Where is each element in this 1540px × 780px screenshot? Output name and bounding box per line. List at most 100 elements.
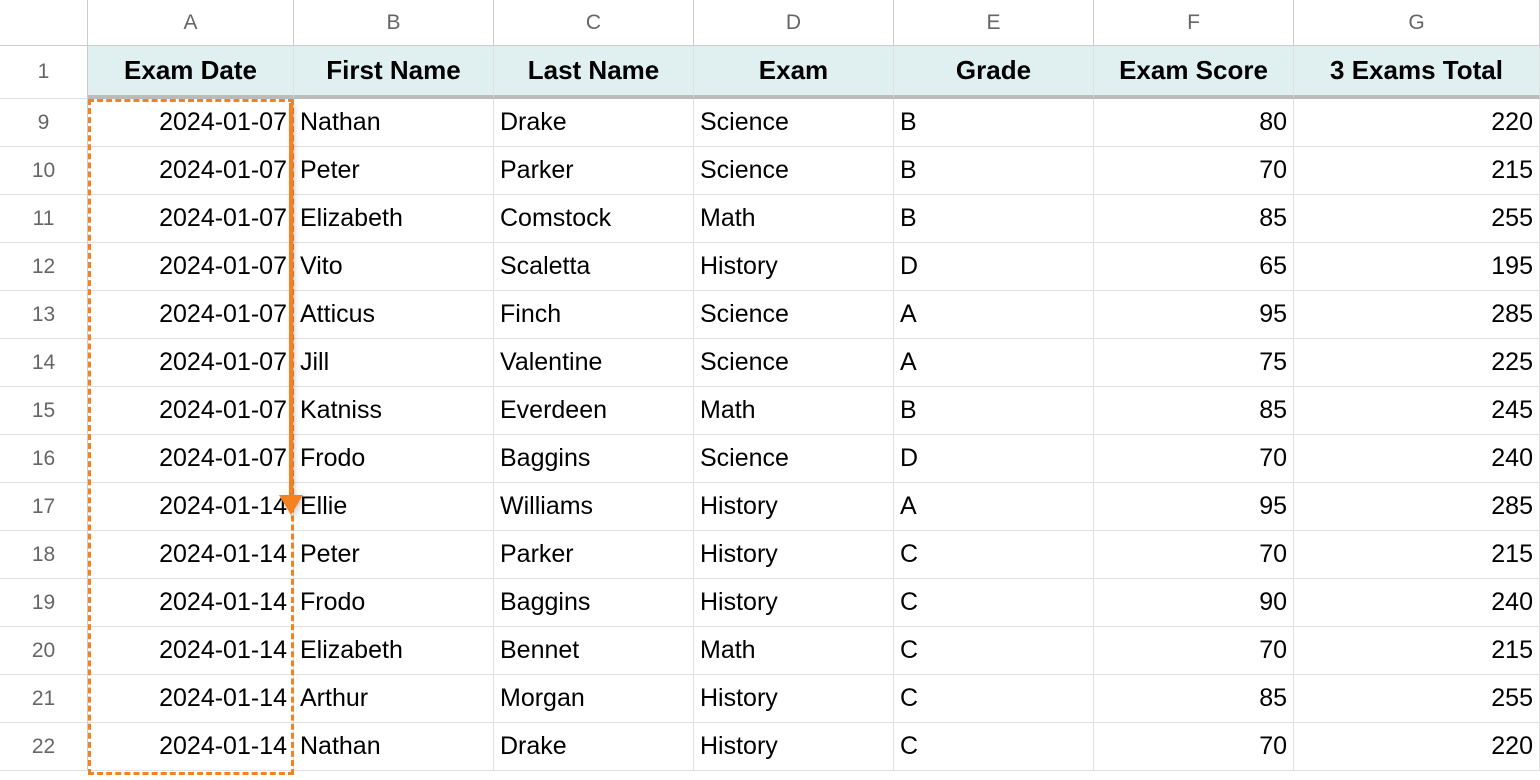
cell-total[interactable]: 285 [1294, 483, 1540, 531]
cell-grade[interactable]: B [894, 99, 1094, 147]
cell-date[interactable]: 2024-01-07 [88, 147, 294, 195]
cell-date[interactable]: 2024-01-07 [88, 243, 294, 291]
cell-grade[interactable]: D [894, 243, 1094, 291]
cell-total[interactable]: 215 [1294, 531, 1540, 579]
table-header-cell[interactable]: 3 Exams Total [1294, 46, 1540, 99]
cell-total[interactable]: 255 [1294, 675, 1540, 723]
cell-exam[interactable]: History [694, 675, 894, 723]
row-header[interactable]: 12 [0, 243, 88, 291]
row-header[interactable]: 22 [0, 723, 88, 771]
cell-exam[interactable]: Science [694, 435, 894, 483]
column-header-D[interactable]: D [694, 0, 894, 46]
cell-grade[interactable]: C [894, 579, 1094, 627]
cell-first-name[interactable]: Elizabeth [294, 195, 494, 243]
row-header[interactable]: 16 [0, 435, 88, 483]
cell-grade[interactable]: A [894, 339, 1094, 387]
cell-last-name[interactable]: Parker [494, 531, 694, 579]
cell-first-name[interactable]: Frodo [294, 579, 494, 627]
cell-last-name[interactable]: Baggins [494, 435, 694, 483]
row-header-1[interactable]: 1 [0, 46, 88, 99]
cell-score[interactable]: 85 [1094, 195, 1294, 243]
cell-exam[interactable]: Math [694, 387, 894, 435]
cell-grade[interactable]: C [894, 723, 1094, 771]
cell-last-name[interactable]: Finch [494, 291, 694, 339]
spreadsheet-grid[interactable]: ABCDEFG1Exam DateFirst NameLast NameExam… [0, 0, 1540, 771]
cell-grade[interactable]: D [894, 435, 1094, 483]
cell-first-name[interactable]: Elizabeth [294, 627, 494, 675]
cell-exam[interactable]: Math [694, 627, 894, 675]
column-header-G[interactable]: G [1294, 0, 1540, 46]
row-header[interactable]: 17 [0, 483, 88, 531]
column-header-B[interactable]: B [294, 0, 494, 46]
cell-first-name[interactable]: Peter [294, 147, 494, 195]
cell-first-name[interactable]: Peter [294, 531, 494, 579]
cell-total[interactable]: 245 [1294, 387, 1540, 435]
column-header-C[interactable]: C [494, 0, 694, 46]
cell-date[interactable]: 2024-01-14 [88, 531, 294, 579]
cell-last-name[interactable]: Williams [494, 483, 694, 531]
cell-date[interactable]: 2024-01-07 [88, 195, 294, 243]
cell-last-name[interactable]: Parker [494, 147, 694, 195]
cell-total[interactable]: 240 [1294, 579, 1540, 627]
table-header-cell[interactable]: First Name [294, 46, 494, 99]
cell-date[interactable]: 2024-01-07 [88, 387, 294, 435]
row-header[interactable]: 21 [0, 675, 88, 723]
cell-grade[interactable]: A [894, 483, 1094, 531]
cell-exam[interactable]: History [694, 531, 894, 579]
cell-total[interactable]: 220 [1294, 99, 1540, 147]
column-header-A[interactable]: A [88, 0, 294, 46]
cell-score[interactable]: 70 [1094, 147, 1294, 195]
cell-date[interactable]: 2024-01-07 [88, 339, 294, 387]
cell-grade[interactable]: C [894, 531, 1094, 579]
cell-total[interactable]: 195 [1294, 243, 1540, 291]
cell-exam[interactable]: History [694, 483, 894, 531]
cell-score[interactable]: 70 [1094, 723, 1294, 771]
cell-exam[interactable]: Science [694, 339, 894, 387]
cell-total[interactable]: 220 [1294, 723, 1540, 771]
cell-first-name[interactable]: Jill [294, 339, 494, 387]
column-header-E[interactable]: E [894, 0, 1094, 46]
cell-date[interactable]: 2024-01-14 [88, 627, 294, 675]
cell-exam[interactable]: Math [694, 195, 894, 243]
cell-date[interactable]: 2024-01-14 [88, 579, 294, 627]
column-header-F[interactable]: F [1094, 0, 1294, 46]
cell-score[interactable]: 95 [1094, 483, 1294, 531]
cell-score[interactable]: 70 [1094, 627, 1294, 675]
cell-exam[interactable]: History [694, 243, 894, 291]
cell-first-name[interactable]: Katniss [294, 387, 494, 435]
cell-score[interactable]: 85 [1094, 387, 1294, 435]
cell-last-name[interactable]: Bennet [494, 627, 694, 675]
cell-grade[interactable]: C [894, 675, 1094, 723]
cell-date[interactable]: 2024-01-14 [88, 723, 294, 771]
cell-grade[interactable]: B [894, 195, 1094, 243]
cell-first-name[interactable]: Nathan [294, 99, 494, 147]
cell-score[interactable]: 65 [1094, 243, 1294, 291]
cell-grade[interactable]: B [894, 147, 1094, 195]
row-header[interactable]: 10 [0, 147, 88, 195]
cell-total[interactable]: 285 [1294, 291, 1540, 339]
cell-last-name[interactable]: Baggins [494, 579, 694, 627]
table-header-cell[interactable]: Exam Date [88, 46, 294, 99]
row-header[interactable]: 14 [0, 339, 88, 387]
table-header-cell[interactable]: Exam [694, 46, 894, 99]
cell-last-name[interactable]: Scaletta [494, 243, 694, 291]
row-header[interactable]: 19 [0, 579, 88, 627]
cell-first-name[interactable]: Nathan [294, 723, 494, 771]
cell-first-name[interactable]: Vito [294, 243, 494, 291]
cell-last-name[interactable]: Drake [494, 99, 694, 147]
cell-date[interactable]: 2024-01-14 [88, 675, 294, 723]
cell-last-name[interactable]: Morgan [494, 675, 694, 723]
cell-score[interactable]: 75 [1094, 339, 1294, 387]
cell-total[interactable]: 215 [1294, 147, 1540, 195]
cell-last-name[interactable]: Valentine [494, 339, 694, 387]
corner-cell[interactable] [0, 0, 88, 46]
cell-score[interactable]: 90 [1094, 579, 1294, 627]
cell-date[interactable]: 2024-01-07 [88, 291, 294, 339]
cell-first-name[interactable]: Atticus [294, 291, 494, 339]
cell-first-name[interactable]: Arthur [294, 675, 494, 723]
cell-date[interactable]: 2024-01-07 [88, 99, 294, 147]
cell-total[interactable]: 225 [1294, 339, 1540, 387]
cell-exam[interactable]: History [694, 579, 894, 627]
cell-date[interactable]: 2024-01-07 [88, 435, 294, 483]
cell-score[interactable]: 85 [1094, 675, 1294, 723]
